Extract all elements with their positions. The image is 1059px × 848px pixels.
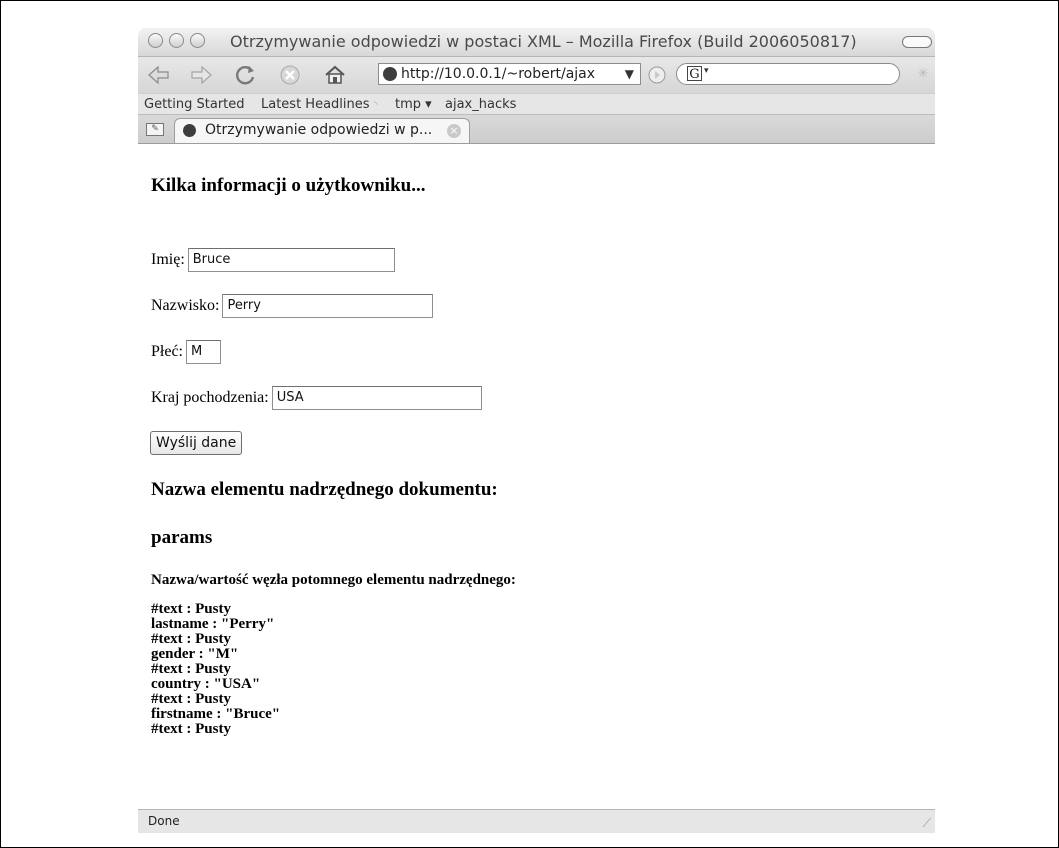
rss-icon: ◝ xyxy=(373,100,378,111)
forward-icon[interactable] xyxy=(188,63,214,87)
list-item: country : "USA" xyxy=(151,676,261,692)
first-name-input[interactable]: Bruce xyxy=(187,248,395,272)
browser-window: Otrzymywanie odpowiedzi w postaci XML – … xyxy=(138,28,935,834)
stop-icon[interactable] xyxy=(277,63,303,87)
home-icon[interactable] xyxy=(322,63,348,87)
country-row: Kraj pochodzenia: USA xyxy=(151,386,482,410)
tab-bar: ✎ Otrzymywanie odpowiedzi w p... × xyxy=(138,115,935,144)
country-label: Kraj pochodzenia: xyxy=(151,389,269,406)
bookmarks-bar: Getting Started Latest Headlines ◝ tmp ▾… xyxy=(138,93,935,115)
last-name-input[interactable]: Perry xyxy=(222,294,434,318)
list-item: #text : Pusty xyxy=(151,601,231,617)
gender-row: Płeć: M xyxy=(151,340,221,364)
tab-active[interactable]: Otrzymywanie odpowiedzi w p... × xyxy=(174,118,470,143)
last-name-label: Nazwisko: xyxy=(151,297,220,314)
list-item: #text : Pusty xyxy=(151,691,231,707)
submit-button[interactable]: Wyślij dane xyxy=(150,431,243,455)
gender-label: Płeć: xyxy=(151,343,183,360)
bookmark-ajax-hacks[interactable]: ajax_hacks xyxy=(445,97,516,112)
last-name-row: Nazwisko: Perry xyxy=(151,294,434,318)
throbber-icon: ✳ xyxy=(917,66,929,82)
url-text: http://10.0.0.1/~robert/ajax xyxy=(401,66,596,82)
child-node-list: #text : Pusty lastname : "Perry" #text :… xyxy=(151,602,280,737)
country-input[interactable]: USA xyxy=(271,386,482,410)
new-tab-icon[interactable]: ✎ xyxy=(146,123,164,136)
zoom-window-button[interactable] xyxy=(190,33,205,48)
list-item: firstname : "Bruce" xyxy=(151,706,281,722)
root-element-name: params xyxy=(151,527,213,548)
first-name-row: Imię: Bruce xyxy=(151,248,395,272)
chevron-down-icon[interactable]: ▾ xyxy=(704,66,709,76)
page-heading: Kilka informacji o użytkowniku... xyxy=(151,175,426,196)
list-item: #text : Pusty xyxy=(151,661,231,677)
list-item: #text : Pusty xyxy=(151,631,231,647)
list-item: #text : Pusty xyxy=(151,721,231,737)
list-item: lastname : "Perry" xyxy=(151,616,275,632)
root-element-heading: Nazwa elementu nadrzędnego dokumentu: xyxy=(151,479,498,500)
list-item: gender : "M" xyxy=(151,646,239,662)
gender-input[interactable]: M xyxy=(186,340,221,364)
window-title: Otrzymywanie odpowiedzi w postaci XML – … xyxy=(230,32,857,51)
chevron-down-icon[interactable]: ▼ xyxy=(625,64,634,84)
site-globe-icon xyxy=(383,67,397,81)
first-name-label: Imię: xyxy=(151,251,185,268)
close-tab-icon[interactable]: × xyxy=(447,124,461,138)
child-nodes-heading: Nazwa/wartość węzła potomnego elementu n… xyxy=(151,572,516,588)
globe-icon xyxy=(183,124,196,137)
resize-grip-icon[interactable]: ⟋ xyxy=(923,816,931,831)
bookmark-latest-headlines[interactable]: Latest Headlines ◝ xyxy=(261,97,378,112)
tab-label: Otrzymywanie odpowiedzi w p... xyxy=(205,122,433,138)
toolbar-toggle-button[interactable] xyxy=(902,36,932,48)
back-icon[interactable] xyxy=(146,63,172,87)
status-bar: Done ⟋ xyxy=(138,809,935,833)
page-content: Kilka informacji o użytkowniku... Imię: … xyxy=(138,144,935,816)
bookmark-getting-started[interactable]: Getting Started xyxy=(144,97,245,112)
title-bar: Otrzymywanie odpowiedzi w postaci XML – … xyxy=(138,28,935,57)
minimize-window-button[interactable] xyxy=(169,33,184,48)
url-field[interactable]: http://10.0.0.1/~robert/ajax ▼ xyxy=(378,63,641,85)
search-field[interactable]: G ▾ xyxy=(676,63,900,85)
navigation-toolbar: http://10.0.0.1/~robert/ajax ▼ G ▾ ✳ xyxy=(138,57,935,93)
bookmark-folder-tmp[interactable]: tmp ▾ xyxy=(395,97,432,112)
go-icon[interactable] xyxy=(644,63,670,87)
bookmark-label: Latest Headlines xyxy=(261,97,370,112)
search-engine-icon[interactable]: G xyxy=(687,66,702,82)
reload-icon[interactable] xyxy=(232,63,258,87)
close-window-button[interactable] xyxy=(148,33,163,48)
status-text: Done xyxy=(148,814,180,828)
